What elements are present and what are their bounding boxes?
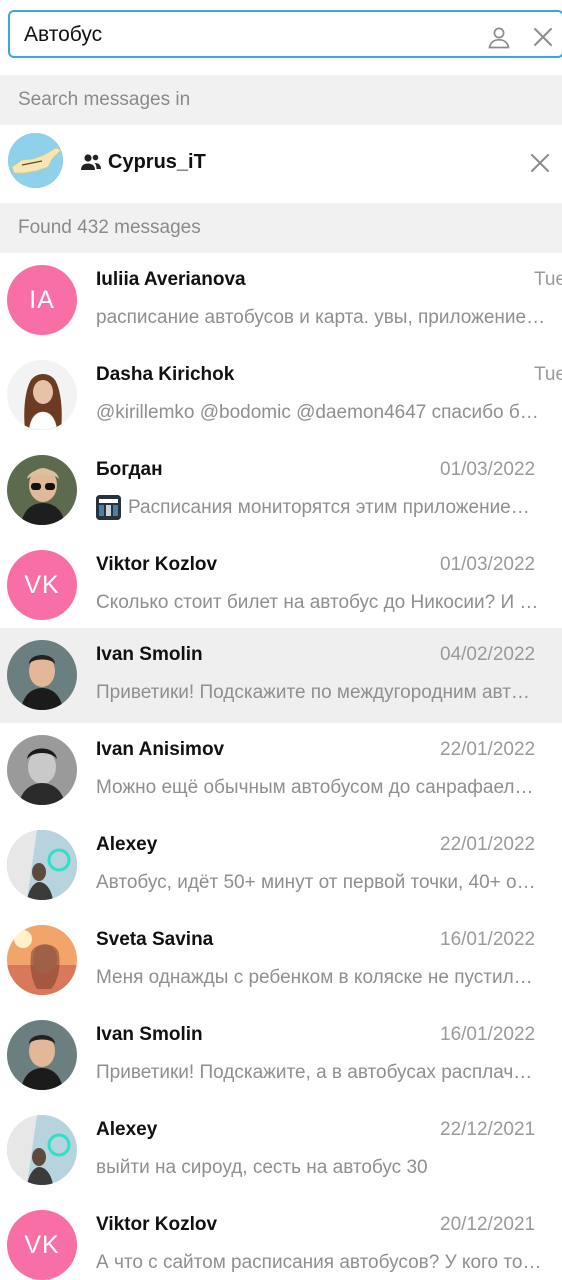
sender-name: Alexey [96,834,158,855]
search-bar [0,0,562,70]
message-date: 22/12/2021 [440,1119,536,1140]
result-row[interactable]: Alexey 22/12/2021 выйти на сироуд, сесть… [0,1103,562,1198]
search-input[interactable] [24,21,444,49]
message-snippet: Автобус, идёт 50+ минут от первой точки,… [96,872,536,893]
sender-name: Ivan Smolin [96,1024,203,1045]
result-row[interactable]: VK Viktor Kozlov 20/12/2021 А что с сайт… [0,1198,562,1280]
remove-chat-filter-button[interactable] [526,149,554,177]
chat-avatar [8,133,63,188]
result-row[interactable]: Богдан 01/03/2022 Расписания мониторятся… [0,443,562,538]
avatar [7,455,77,525]
result-row[interactable]: Alexey 22/01/2022 Автобус, идёт 50+ мину… [0,818,562,913]
person-icon[interactable] [484,22,514,52]
avatar: VK [7,550,77,620]
message-snippet: Расписания мониторятся этим приложение… [128,497,530,518]
message-date: 22/01/2022 [440,834,536,855]
result-row[interactable]: Sveta Savina 16/01/2022 Меня однажды с р… [0,913,562,1008]
avatar [7,1020,77,1090]
result-row[interactable]: Dasha Kirichok Tue @kirillemko @bodomic … [0,348,562,443]
message-snippet: Можно ещё обычным автобусом до санрафаел… [96,777,534,798]
message-date: Tue [534,364,562,385]
message-date: 22/01/2022 [440,739,536,760]
avatar [7,640,77,710]
message-snippet: @kirillemko @bodomic @daemon4647 спасибо… [96,402,539,423]
sender-name: Iuliia Averianova [96,269,246,290]
message-date: 01/03/2022 [440,554,536,575]
result-row[interactable]: IA Iuliia Averianova Tue расписание авто… [0,253,562,348]
group-icon [81,154,101,170]
sender-name: Богдан [96,459,163,480]
message-snippet: выйти на сироуд, сесть на автобус 30 [96,1157,428,1178]
message-snippet: расписание автобусов и карта. увы, прило… [96,307,546,328]
close-icon [531,154,549,172]
message-snippet: Меня однажды с ребенком в коляске не пус… [96,967,533,988]
avatar [7,1115,77,1185]
avatar [7,360,77,430]
avatar-initials: IA [29,285,55,314]
message-date: 16/01/2022 [440,1024,536,1045]
sender-name: Ivan Anisimov [96,739,225,760]
sender-name: Ivan Smolin [96,644,203,665]
avatar: IA [7,265,77,335]
clear-search-button[interactable] [528,22,558,52]
avatar [7,925,77,995]
search-in-chat-chip[interactable]: Cyprus_iT [0,125,562,203]
avatar-initials: VK [24,1230,60,1259]
results-count-header: Found 432 messages [0,203,562,253]
search-box[interactable] [8,10,562,58]
sender-name: Alexey [96,1119,158,1140]
sender-name: Dasha Kirichok [96,364,235,385]
search-in-header: Search messages in [0,75,562,125]
message-date: 20/12/2021 [440,1214,536,1235]
result-row[interactable]: Ivan Anisimov 22/01/2022 Можно ещё обычн… [0,723,562,818]
message-snippet: Приветики! Подскажите по междугородним а… [96,682,530,703]
avatar-initials: VK [24,570,60,599]
message-date: 04/02/2022 [440,644,536,665]
avatar [7,735,77,805]
sender-name: Viktor Kozlov [96,1214,218,1235]
avatar: VK [7,1210,77,1280]
sender-name: Sveta Savina [96,929,214,950]
message-date: 16/01/2022 [440,929,536,950]
result-row[interactable]: VK Viktor Kozlov 01/03/2022 Сколько стои… [0,538,562,633]
result-row[interactable]: Ivan Smolin 04/02/2022 Приветики! Подска… [0,628,562,723]
sender-name: Viktor Kozlov [96,554,218,575]
message-snippet: Приветики! Подскажите, а в автобусах рас… [96,1062,533,1083]
media-thumbnail [96,495,121,520]
message-date: 01/03/2022 [440,459,536,480]
result-row[interactable]: Ivan Smolin 16/01/2022 Приветики! Подска… [0,1008,562,1103]
chat-name: Cyprus_iT [108,151,206,173]
message-snippet: Сколько стоит билет на автобус до Никоси… [96,592,539,613]
close-icon [534,28,552,46]
message-snippet: А что с сайтом расписания автобусов? У к… [96,1252,542,1273]
avatar [7,830,77,900]
message-date: Tue [534,269,562,290]
